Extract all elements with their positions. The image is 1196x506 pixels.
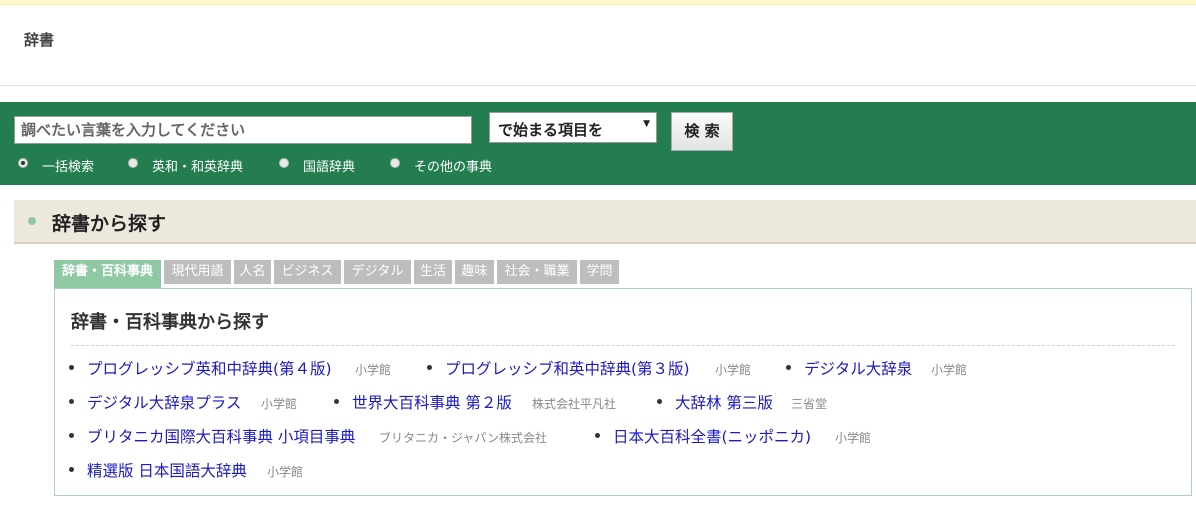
tab-hobby[interactable]: 趣味 (455, 260, 494, 284)
list-item: プログレッシブ和英中辞典(第３版) 小学館 (427, 357, 777, 379)
bullet-icon (657, 399, 662, 404)
list-item: 日本大百科全書(ニッポニカ) 小学館 (595, 425, 895, 447)
bullet-icon (28, 217, 36, 225)
tab-academics[interactable]: 学問 (580, 260, 619, 284)
radio-checked-icon[interactable] (18, 158, 28, 168)
bullet-icon (334, 399, 339, 404)
search-mode-value: で始まる項目を (498, 121, 604, 139)
bullet-icon (69, 399, 74, 404)
dropdown-arrow-icon: ▼ (643, 119, 650, 129)
bullet-icon (69, 433, 74, 438)
list-item: プログレッシブ英和中辞典(第４版) 小学館 (69, 357, 419, 379)
dictionary-link[interactable]: ブリタニカ国際大百科事典 小項目事典 (87, 425, 355, 447)
publisher-label: 三省堂 (791, 397, 828, 411)
search-button[interactable]: 検 索 (671, 112, 733, 151)
dictionary-link[interactable]: 精選版 日本国語大辞典 (87, 459, 247, 481)
publisher-label: 小学館 (931, 363, 968, 377)
dictionary-panel: 辞書・百科事典から探す プログレッシブ英和中辞典(第４版) 小学館 プログレッシ… (54, 288, 1192, 496)
section-header: 辞書から探す (14, 200, 1196, 244)
dictionary-link[interactable]: プログレッシブ和英中辞典(第３版) (445, 357, 690, 379)
radio-label: 英和・和英辞典 (152, 160, 244, 175)
tab-life[interactable]: 生活 (414, 260, 452, 284)
list-item: 世界大百科事典 第２版 株式会社平凡社 (334, 391, 644, 413)
list-item: デジタル大辞泉 小学館 (786, 357, 986, 379)
dictionary-link[interactable]: 大辞林 第三版 (675, 391, 773, 413)
publisher-label: 小学館 (715, 363, 752, 377)
search-mode-select[interactable]: で始まる項目を ▼ (489, 112, 657, 143)
bullet-icon (595, 433, 600, 438)
publisher-label: 小学館 (835, 431, 872, 445)
dictionary-link[interactable]: デジタル大辞泉プラス (87, 391, 241, 413)
radio-label: その他の事典 (414, 160, 493, 175)
section-heading: 辞書から探す (52, 213, 167, 235)
radio-unchecked-icon[interactable] (128, 158, 138, 168)
publisher-label: 株式会社平凡社 (532, 397, 617, 411)
radio-unchecked-icon[interactable] (390, 158, 400, 168)
publisher-label: 小学館 (261, 397, 298, 411)
list-item: 精選版 日本国語大辞典 小学館 (69, 459, 329, 481)
panel-title: 辞書・百科事典から探す (71, 312, 269, 333)
bullet-icon (427, 365, 432, 370)
page-header: 辞書 (0, 5, 1196, 86)
tab-society-occupation[interactable]: 社会・職業 (497, 260, 577, 284)
list-item: ブリタニカ国際大百科事典 小項目事典 ブリタニカ・ジャパン株式会社 (69, 425, 589, 447)
divider (71, 345, 1175, 346)
bullet-icon (69, 467, 74, 472)
tab-digital[interactable]: デジタル (344, 260, 411, 284)
tab-modern-terms[interactable]: 現代用語 (164, 260, 231, 284)
publisher-label: 小学館 (355, 363, 392, 377)
radio-unchecked-icon[interactable] (279, 158, 289, 168)
tab-dictionary-encyclopedia[interactable]: 辞書・百科事典 (54, 260, 161, 288)
page-title: 辞書 (24, 31, 55, 49)
bullet-icon (786, 365, 791, 370)
publisher-label: ブリタニカ・ジャパン株式会社 (379, 431, 548, 445)
radio-label: 一括検索 (42, 160, 95, 175)
dictionary-link[interactable]: プログレッシブ英和中辞典(第４版) (87, 357, 332, 379)
search-bar: で始まる項目を ▼ 検 索 一括検索 英和・和英辞典 国語辞典 その他の事典 (0, 102, 1196, 185)
publisher-label: 小学館 (267, 465, 304, 479)
dictionary-link[interactable]: 日本大百科全書(ニッポニカ) (613, 425, 811, 447)
tab-business[interactable]: ビジネス (274, 260, 341, 284)
list-item: 大辞林 第三版 三省堂 (657, 391, 857, 413)
list-item: デジタル大辞泉プラス 小学館 (69, 391, 329, 413)
radio-label: 国語辞典 (303, 160, 356, 175)
dictionary-link[interactable]: 世界大百科事典 第２版 (352, 391, 512, 413)
search-input[interactable] (14, 116, 472, 144)
tab-people[interactable]: 人名 (234, 260, 271, 284)
dictionary-link[interactable]: デジタル大辞泉 (804, 357, 912, 379)
bullet-icon (69, 365, 74, 370)
